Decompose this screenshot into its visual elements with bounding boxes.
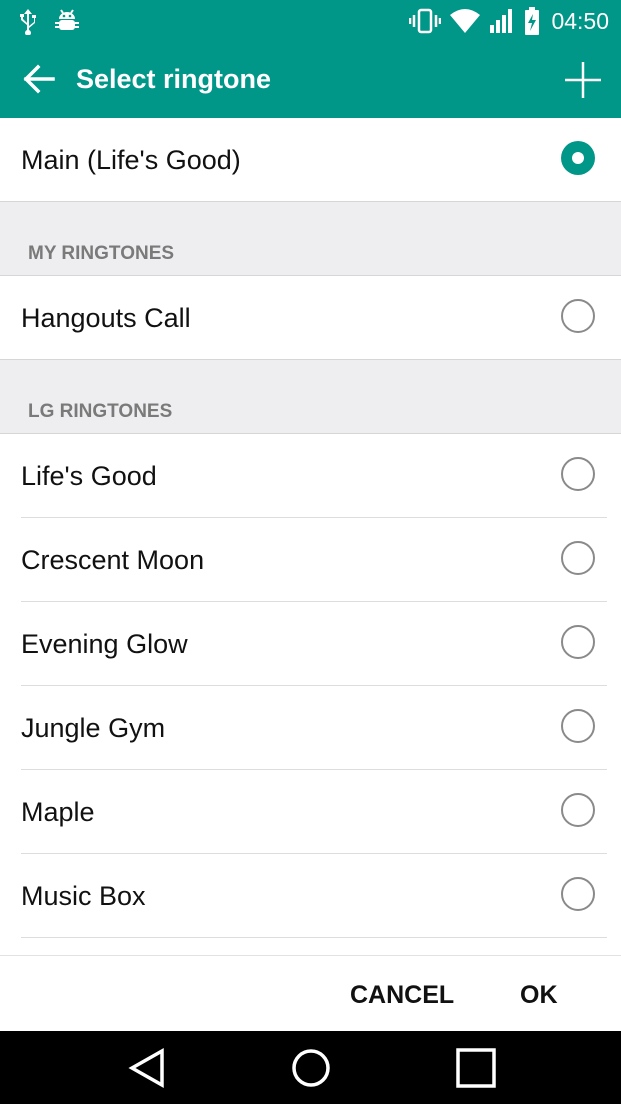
app-bar: Select ringtone xyxy=(0,42,621,118)
recents-square-icon[interactable] xyxy=(455,1047,497,1089)
status-bar: 04:50 xyxy=(0,0,621,42)
radio-button[interactable] xyxy=(561,541,595,575)
ringtone-label: Jungle Gym xyxy=(21,713,166,743)
ringtone-label: Hangouts Call xyxy=(21,303,191,333)
ringtone-item-main[interactable]: Main (Life's Good) xyxy=(0,118,621,202)
section-header-label: LG RINGTONES xyxy=(28,401,173,422)
signal-icon xyxy=(490,9,513,33)
ringtone-label: Music Box xyxy=(21,881,146,911)
dialog-footer: CANCEL OK xyxy=(0,955,621,1032)
plus-icon[interactable] xyxy=(563,60,603,100)
ok-button[interactable]: OK xyxy=(520,956,558,1032)
battery-charging-icon xyxy=(525,7,540,35)
home-circle-icon[interactable] xyxy=(290,1047,332,1089)
ringtone-label: Crescent Moon xyxy=(21,545,205,575)
ringtone-item-maple[interactable]: Maple xyxy=(0,770,621,854)
ringtone-label: Life's Good xyxy=(21,461,157,491)
wifi-icon xyxy=(450,9,481,33)
status-time: 04:50 xyxy=(551,7,609,34)
ringtone-list: Main (Life's Good) MY RINGTONES Hangouts… xyxy=(0,118,621,956)
ringtone-label: Main (Life's Good) xyxy=(21,145,241,175)
ringtone-item-evening-glow[interactable]: Evening Glow xyxy=(0,602,621,686)
radio-button-checked[interactable] xyxy=(561,141,595,175)
section-header-label: MY RINGTONES xyxy=(28,243,175,264)
radio-button[interactable] xyxy=(561,877,595,911)
ringtone-item-jungle-gym[interactable]: Jungle Gym xyxy=(0,686,621,770)
usb-icon xyxy=(20,9,36,35)
navigation-bar xyxy=(0,1031,621,1104)
radio-button[interactable] xyxy=(561,457,595,491)
section-header-lg-ringtones: LG RINGTONES xyxy=(0,360,621,434)
ringtone-item-music-box[interactable]: Music Box xyxy=(0,854,621,938)
radio-button[interactable] xyxy=(561,625,595,659)
radio-button[interactable] xyxy=(561,793,595,827)
cancel-button[interactable]: CANCEL xyxy=(350,956,454,1032)
radio-button[interactable] xyxy=(561,709,595,743)
ringtone-item-hangouts-call[interactable]: Hangouts Call xyxy=(0,276,621,360)
radio-button[interactable] xyxy=(561,299,595,333)
android-debug-icon xyxy=(55,9,79,30)
ringtone-item-lifes-good[interactable]: Life's Good xyxy=(0,434,621,518)
ringtone-label: Maple xyxy=(21,797,95,827)
ringtone-item-crescent-moon[interactable]: Crescent Moon xyxy=(0,518,621,602)
page-title: Select ringtone xyxy=(76,64,272,94)
vibrate-icon xyxy=(409,8,442,34)
section-header-my-ringtones: MY RINGTONES xyxy=(0,202,621,276)
ringtone-label: Evening Glow xyxy=(21,629,188,659)
back-triangle-icon[interactable] xyxy=(126,1047,168,1089)
arrow-left-icon[interactable] xyxy=(22,62,56,96)
